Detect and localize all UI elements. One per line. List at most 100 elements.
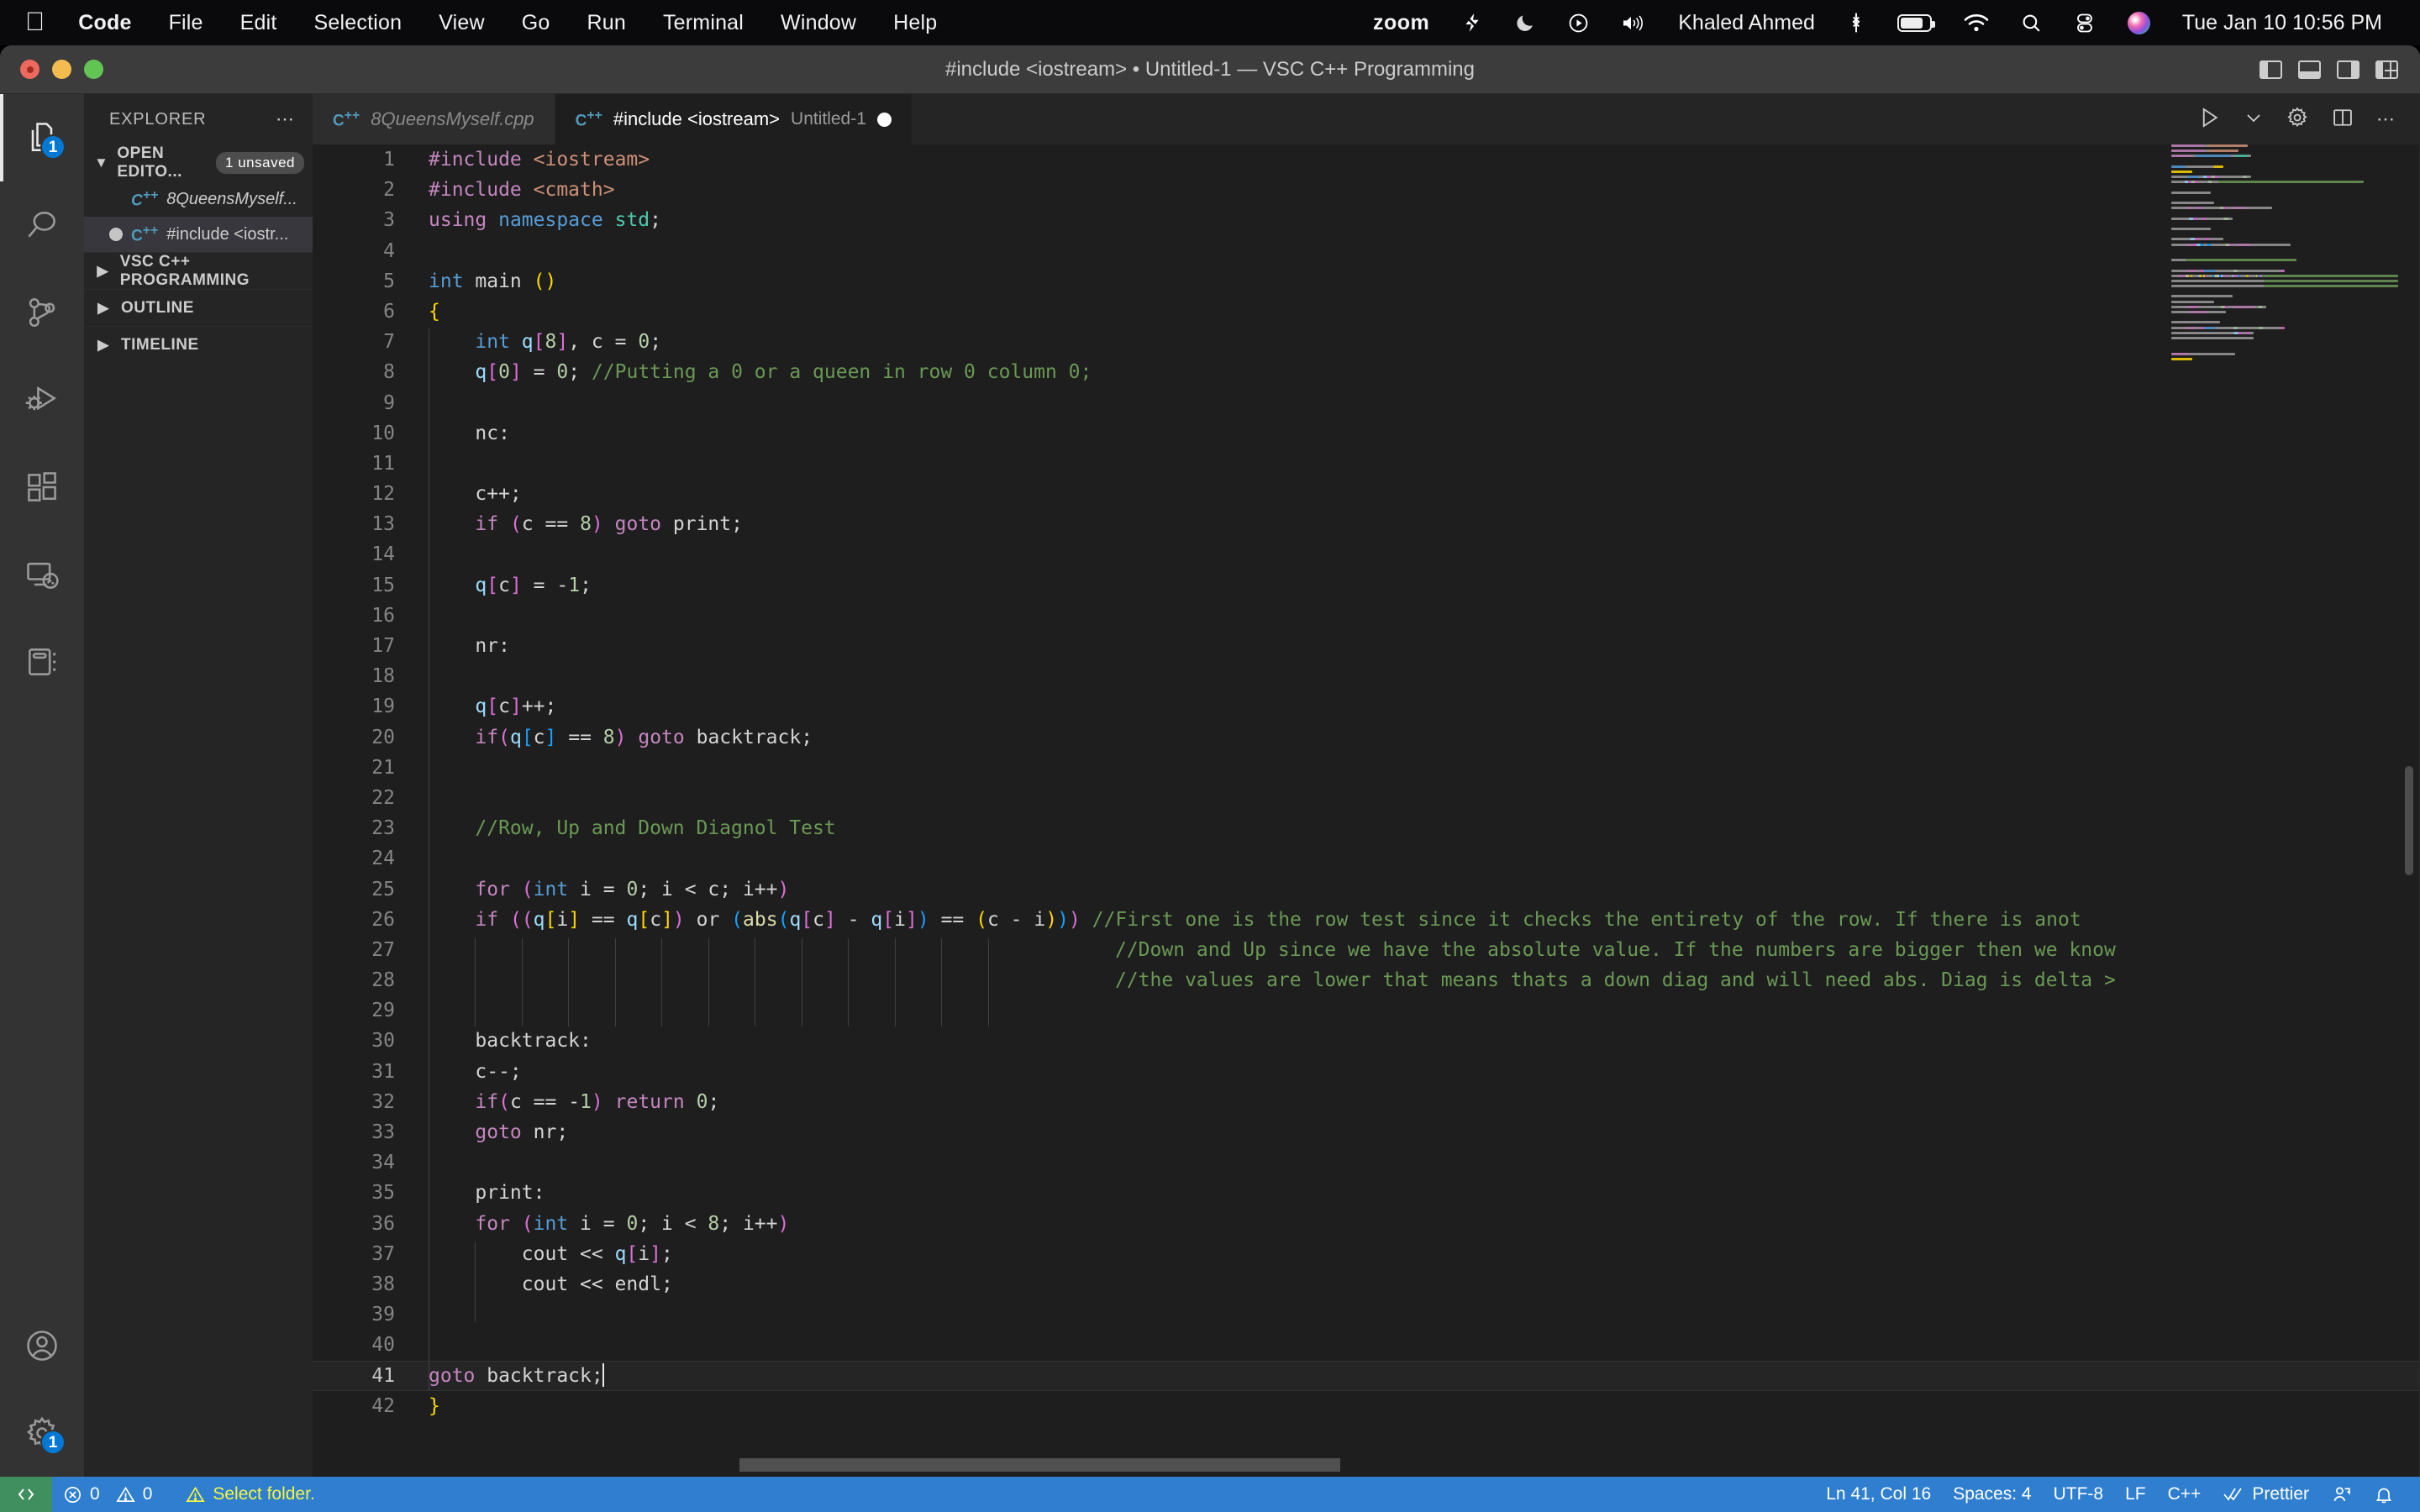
code-line-40[interactable]: 40 xyxy=(313,1330,2420,1360)
menu-edit[interactable]: Edit xyxy=(222,11,296,35)
horizontal-scrollbar[interactable] xyxy=(739,1458,1340,1472)
volume-icon[interactable] xyxy=(1605,13,1662,34)
vertical-scrollbar[interactable] xyxy=(2405,766,2413,875)
sidebar-item-extensions[interactable] xyxy=(0,444,84,531)
user-name-menu[interactable]: Khaled Ahmed xyxy=(1662,11,1831,35)
tab-dirty-icon[interactable] xyxy=(876,112,892,127)
code-line-27[interactable]: 27 //Down and Up since we have the absol… xyxy=(313,935,2420,965)
line-text[interactable]: goto backtrack; xyxy=(413,1361,2420,1391)
line-text[interactable] xyxy=(413,601,2420,631)
code-line-5[interactable]: 5 int main () xyxy=(313,266,2420,297)
code-line-20[interactable]: 20 if(q[c] == 8) goto backtrack; xyxy=(313,722,2420,753)
line-text[interactable]: nr: xyxy=(413,631,2420,661)
menu-run[interactable]: Run xyxy=(569,11,644,35)
code-line-9[interactable]: 9 xyxy=(313,388,2420,418)
code-line-22[interactable]: 22 xyxy=(313,783,2420,813)
shortcuts-icon[interactable] xyxy=(1445,12,1499,34)
line-text[interactable]: int main () xyxy=(413,266,2420,297)
indentation-status[interactable]: Spaces: 4 xyxy=(1942,1484,2042,1504)
code-line-39[interactable]: 39 xyxy=(313,1299,2420,1330)
sidebar-item-explorer[interactable]: 1 xyxy=(0,94,84,181)
do-not-disturb-icon[interactable] xyxy=(1499,13,1552,34)
line-text[interactable] xyxy=(413,388,2420,418)
code-line-23[interactable]: 23 //Row, Up and Down Diagnol Test xyxy=(313,813,2420,843)
select-folder-status[interactable]: Select folder. xyxy=(175,1484,325,1504)
menu-terminal[interactable]: Terminal xyxy=(644,11,762,35)
open-editor-item-1[interactable]: C++ #include <iostr... xyxy=(84,217,313,252)
run-code-button[interactable] xyxy=(2196,105,2222,134)
manage-settings-button[interactable]: 1 xyxy=(0,1389,84,1477)
section-workspace-folder[interactable]: ▶ VSC C++ PROGRAMMING xyxy=(84,252,313,289)
maximize-button[interactable] xyxy=(84,60,103,79)
cursor-position-status[interactable]: Ln 41, Col 16 xyxy=(1815,1484,1942,1504)
code-line-15[interactable]: 15 q[c] = -1; xyxy=(313,570,2420,601)
zoom-menu-item[interactable]: zoom xyxy=(1357,11,1445,35)
code-line-3[interactable]: 3 using namespace std; xyxy=(313,205,2420,235)
close-button[interactable] xyxy=(20,60,39,79)
code-line-7[interactable]: 7 int q[8], c = 0; xyxy=(313,327,2420,357)
section-outline[interactable]: ▶ OUTLINE xyxy=(84,289,313,326)
line-text[interactable] xyxy=(413,783,2420,813)
screen-recording-icon[interactable] xyxy=(1552,13,1605,34)
line-text[interactable] xyxy=(413,995,2420,1026)
line-text[interactable] xyxy=(413,539,2420,570)
line-text[interactable] xyxy=(413,1299,2420,1330)
line-text[interactable]: #include <cmath> xyxy=(413,175,2420,205)
line-text[interactable]: { xyxy=(413,297,2420,327)
line-text[interactable]: backtrack: xyxy=(413,1026,2420,1056)
spotlight-search-icon[interactable] xyxy=(2005,13,2058,34)
code-line-30[interactable]: 30 backtrack: xyxy=(313,1026,2420,1056)
code-editor[interactable]: 1 #include <iostream> 2 #include <cmath> 3 us… xyxy=(313,144,2420,1477)
line-text[interactable]: //Row, Up and Down Diagnol Test xyxy=(413,813,2420,843)
settings-gear-icon[interactable] xyxy=(2286,106,2309,134)
code-line-26[interactable]: 26 if ((q[i] == q[c]) or (abs(q[c] - q[i… xyxy=(313,905,2420,935)
section-open-editors[interactable]: ▼ OPEN EDITO... 1 unsaved xyxy=(84,144,313,181)
line-text[interactable]: print: xyxy=(413,1178,2420,1208)
line-text[interactable] xyxy=(413,449,2420,479)
code-line-19[interactable]: 19 q[c]++; xyxy=(313,691,2420,722)
code-lines[interactable]: 1 #include <iostream> 2 #include <cmath> 3 us… xyxy=(313,144,2420,1477)
open-editor-item-0[interactable]: C++ 8QueensMyself... xyxy=(84,181,313,217)
code-line-36[interactable]: 36 for (int i = 0; i < 8; i++) xyxy=(313,1209,2420,1239)
code-line-24[interactable]: 24 xyxy=(313,843,2420,874)
line-text[interactable]: if (c == 8) goto print; xyxy=(413,509,2420,539)
live-share-button[interactable] xyxy=(2320,1484,2363,1505)
minimize-button[interactable] xyxy=(52,60,71,79)
more-actions-icon[interactable]: ⋯ xyxy=(2376,108,2396,130)
code-line-16[interactable]: 16 xyxy=(313,601,2420,631)
menu-window[interactable]: Window xyxy=(762,11,875,35)
code-line-10[interactable]: 10 nc: xyxy=(313,418,2420,449)
line-text[interactable] xyxy=(413,661,2420,691)
code-line-6[interactable]: 6{ xyxy=(313,297,2420,327)
line-text[interactable]: for (int i = 0; i < c; i++) xyxy=(413,874,2420,905)
code-line-29[interactable]: 29 xyxy=(313,995,2420,1026)
code-line-18[interactable]: 18 xyxy=(313,661,2420,691)
wifi-icon[interactable] xyxy=(1948,13,2005,33)
line-text[interactable]: #include <iostream> xyxy=(413,144,2420,175)
line-text[interactable] xyxy=(413,1330,2420,1360)
line-text[interactable]: c--; xyxy=(413,1057,2420,1087)
sidebar-item-search[interactable] xyxy=(0,181,84,269)
line-text[interactable]: q[0] = 0; //Putting a 0 or a queen in ro… xyxy=(413,357,2420,387)
problems-status[interactable]: 0 0 xyxy=(52,1484,163,1504)
siri-icon[interactable] xyxy=(2112,11,2166,34)
line-text[interactable] xyxy=(413,753,2420,783)
line-text[interactable]: for (int i = 0; i < 8; i++) xyxy=(413,1209,2420,1239)
toggle-panel-icon[interactable] xyxy=(2298,60,2321,79)
code-line-1[interactable]: 1 #include <iostream> xyxy=(313,144,2420,175)
line-text[interactable]: if(c == -1) return 0; xyxy=(413,1087,2420,1117)
line-text[interactable]: q[c]++; xyxy=(413,691,2420,722)
code-line-12[interactable]: 12 c++; xyxy=(313,479,2420,509)
line-text[interactable]: } xyxy=(413,1391,2420,1421)
encoding-status[interactable]: UTF-8 xyxy=(2043,1484,2115,1504)
line-text[interactable] xyxy=(413,843,2420,874)
battery-icon[interactable] xyxy=(1881,13,1948,32)
dirty-indicator-icon[interactable] xyxy=(109,228,123,241)
menu-file[interactable]: File xyxy=(150,11,222,35)
line-text[interactable]: using namespace std; xyxy=(413,205,2420,235)
line-text[interactable]: int q[8], c = 0; xyxy=(413,327,2420,357)
accounts-button[interactable] xyxy=(0,1302,84,1389)
code-line-21[interactable]: 21 xyxy=(313,753,2420,783)
line-text[interactable] xyxy=(413,1147,2420,1178)
section-timeline[interactable]: ▶ TIMELINE xyxy=(84,326,313,363)
